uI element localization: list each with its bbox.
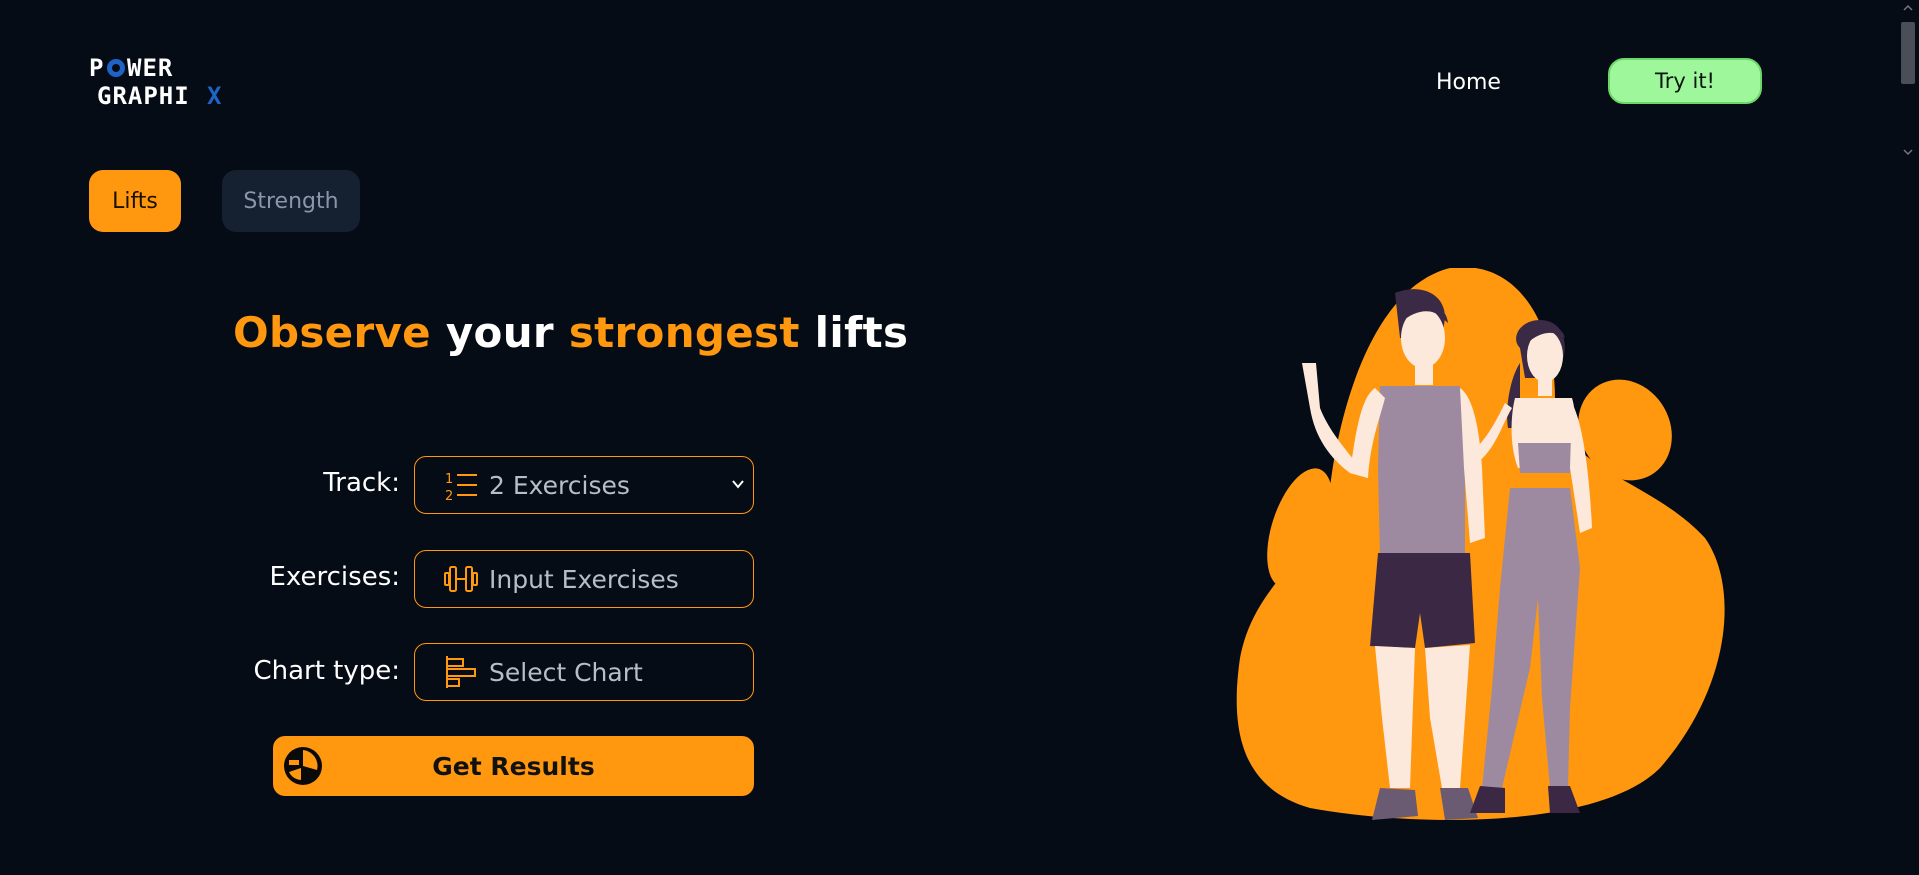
exercises-input[interactable]: Input Exercises — [414, 550, 754, 608]
nav-home-link[interactable]: Home — [1436, 68, 1501, 98]
scroll-up-arrow-icon[interactable] — [1902, 2, 1914, 14]
svg-text:WER: WER — [127, 54, 173, 82]
track-select[interactable]: 1 2 2 Exercises — [414, 456, 754, 514]
exercises-label: Exercises: — [269, 562, 401, 592]
svg-text:P: P — [89, 54, 104, 82]
headline-word-your: your — [445, 308, 554, 357]
try-it-button[interactable]: Try it! — [1608, 58, 1762, 104]
tab-strength[interactable]: Strength — [222, 170, 360, 232]
dumbbell-icon — [444, 566, 478, 592]
tab-lifts[interactable]: Lifts — [89, 170, 181, 232]
chart-type-select[interactable]: Select Chart — [414, 643, 754, 701]
chart-type-label: Chart type: — [253, 656, 400, 686]
page-headline: Observe your strongest lifts — [233, 308, 908, 357]
track-select-value: 2 Exercises — [489, 470, 630, 500]
chart-type-placeholder: Select Chart — [489, 657, 643, 687]
power-graphix-logo[interactable]: P WER GRAPHI X — [89, 52, 229, 112]
bar-chart-icon — [446, 656, 476, 688]
chevron-down-icon — [732, 480, 744, 489]
vertical-scrollbar[interactable] — [1897, 0, 1919, 875]
track-label: Track: — [323, 468, 400, 498]
get-results-label: Get Results — [432, 751, 595, 781]
fitness-couple-illustration — [1236, 268, 1725, 820]
svg-text:2: 2 — [445, 489, 453, 503]
numbered-list-icon: 1 2 — [445, 472, 477, 503]
get-results-button[interactable]: Get Results — [273, 736, 754, 796]
headline-word-observe: Observe — [233, 308, 431, 357]
svg-text:GRAPHI: GRAPHI — [97, 82, 190, 110]
svg-text:1: 1 — [445, 472, 453, 487]
exercises-placeholder: Input Exercises — [489, 564, 679, 594]
scroll-down-arrow-icon[interactable] — [1902, 146, 1914, 158]
svg-text:X: X — [207, 82, 222, 110]
scrollbar-thumb[interactable] — [1901, 22, 1915, 84]
pie-chart-icon — [284, 747, 322, 785]
headline-word-lifts: lifts — [814, 308, 909, 357]
headline-word-strongest: strongest — [568, 308, 800, 357]
